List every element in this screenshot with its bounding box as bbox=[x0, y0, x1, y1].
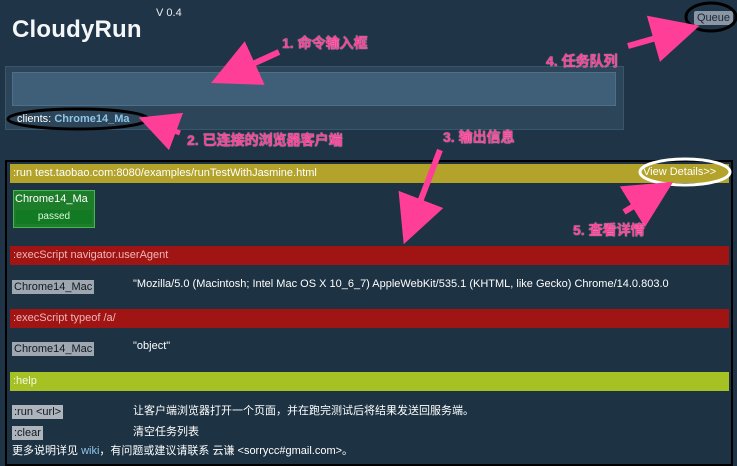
help-footer-post: ，有问题或建议请联系 云谦 <sorrycc#gmail.com>。 bbox=[99, 445, 354, 457]
client-tag: Chrome14_Mac bbox=[12, 280, 95, 294]
run-command-bar: :run test.taobao.com:8080/examples/runTe… bbox=[10, 164, 729, 183]
exec-result-text: "Mozilla/5.0 (Macintosh; Intel Mac OS X … bbox=[133, 278, 669, 290]
app-title: CloudyRun bbox=[12, 16, 142, 43]
arrow-queue bbox=[627, 15, 700, 62]
help-row: :run <url> bbox=[12, 402, 64, 420]
exec-command-bar: :execScript navigator.userAgent bbox=[10, 246, 729, 265]
exec-result-row: Chrome14_Mac bbox=[12, 277, 95, 295]
help-command-bar: :help bbox=[10, 372, 729, 391]
command-input[interactable] bbox=[12, 72, 616, 106]
exec-result-row: Chrome14_Mac bbox=[12, 339, 95, 357]
help-run-desc: 让客户端浏览器打开一个页面，并在跑完测试后将结果发送回服务端。 bbox=[133, 405, 474, 417]
wiki-link[interactable]: wiki bbox=[81, 445, 99, 457]
exec-result-text: "object" bbox=[133, 340, 171, 352]
queue-button[interactable]: Queue bbox=[694, 11, 734, 25]
version-label: V 0.4 bbox=[156, 7, 182, 19]
annotation-view-details: 5. 查看详情 bbox=[573, 222, 645, 238]
clients-bar: clients: Chrome14_Ma bbox=[17, 113, 130, 125]
help-clear-desc: 清空任务列表 bbox=[133, 426, 199, 438]
annotation-queue: 4. 任务队列 bbox=[546, 53, 618, 69]
status-badge: passed bbox=[16, 210, 92, 224]
help-run-command: :run <url> bbox=[12, 405, 64, 419]
annotation-command-input: 1. 命令输入框 bbox=[282, 35, 368, 51]
help-footer: 更多说明详见 wiki，有问题或建议请联系 云谦 <sorrycc#gmail.… bbox=[12, 442, 353, 458]
help-footer-pre: 更多说明详见 bbox=[12, 445, 78, 457]
exec-command-bar: :execScript typeof /a/ bbox=[10, 309, 729, 328]
result-client: Chrome14_Ma bbox=[15, 193, 88, 205]
help-row: :clear bbox=[12, 423, 43, 441]
clients-label: clients: bbox=[17, 113, 52, 125]
annotation-output: 3. 输出信息 bbox=[443, 129, 515, 145]
help-clear-command: :clear bbox=[12, 426, 43, 440]
annotation-clients: 2. 已连接的浏览器客户端 bbox=[187, 132, 343, 148]
client-tag: Chrome14_Mac bbox=[12, 342, 95, 356]
view-details-link[interactable]: View Details>> bbox=[643, 166, 716, 178]
client-chip[interactable]: Chrome14_Ma bbox=[54, 113, 129, 125]
